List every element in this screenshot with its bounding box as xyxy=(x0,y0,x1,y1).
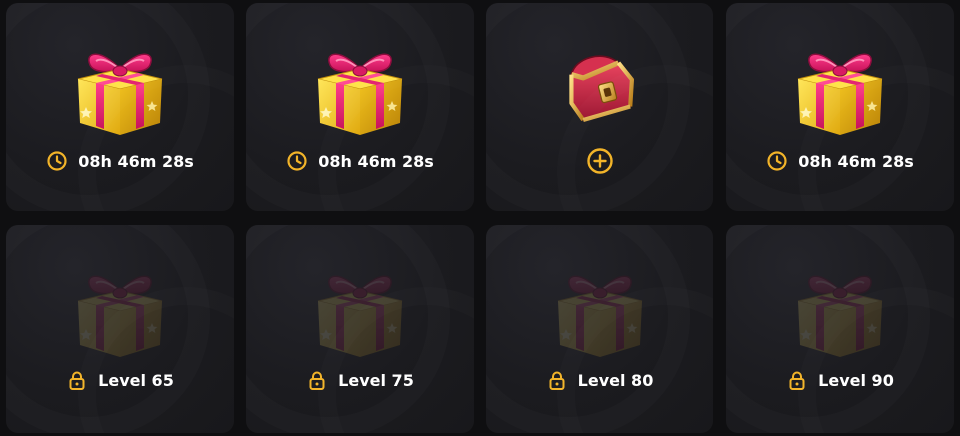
slot-timer: 08h 46m 28s xyxy=(726,150,954,172)
lock-icon xyxy=(546,369,568,391)
gift-slot-4[interactable]: 08h 46m 28s xyxy=(726,3,954,211)
reward-slots-grid: 08h 46m 28s 08h 46m 28s 08h 46m 28s Leve… xyxy=(0,0,960,436)
timer-text: 08h 46m 28s xyxy=(318,151,434,171)
clock-icon xyxy=(766,150,788,172)
chest-slot[interactable] xyxy=(486,3,713,211)
lock-icon xyxy=(786,369,808,391)
gift-box-icon xyxy=(72,261,168,361)
level-requirement-text: Level 90 xyxy=(818,370,894,390)
slot-timer: 08h 46m 28s xyxy=(246,150,474,172)
plus-circle-icon[interactable] xyxy=(586,147,614,175)
locked-gift-slot-4[interactable]: Level 90 xyxy=(726,225,954,433)
gift-slot-1[interactable]: 08h 46m 28s xyxy=(6,3,234,211)
clock-icon xyxy=(46,150,68,172)
slot-timer: 08h 46m 28s xyxy=(6,150,234,172)
level-requirement-text: Level 75 xyxy=(338,370,414,390)
locked-gift-slot-2[interactable]: Level 75 xyxy=(246,225,474,433)
gift-box-icon xyxy=(312,261,408,361)
gift-slot-2[interactable]: 08h 46m 28s xyxy=(246,3,474,211)
treasure-chest-icon xyxy=(555,41,645,125)
clock-icon xyxy=(286,150,308,172)
timer-text: 08h 46m 28s xyxy=(798,151,914,171)
slot-lock-label: Level 75 xyxy=(246,369,474,391)
gift-box-icon xyxy=(792,261,888,361)
gift-box-icon xyxy=(552,261,648,361)
locked-gift-slot-3[interactable]: Level 80 xyxy=(486,225,713,433)
timer-text: 08h 46m 28s xyxy=(78,151,194,171)
slot-lock-label: Level 80 xyxy=(486,369,713,391)
lock-icon xyxy=(66,369,88,391)
level-requirement-text: Level 65 xyxy=(98,370,174,390)
level-requirement-text: Level 80 xyxy=(577,370,654,390)
slot-lock-label: Level 65 xyxy=(6,369,234,391)
gift-box-icon xyxy=(312,39,408,139)
slot-lock-label: Level 90 xyxy=(726,369,954,391)
gift-box-icon xyxy=(72,39,168,139)
locked-gift-slot-1[interactable]: Level 65 xyxy=(6,225,234,433)
gift-box-icon xyxy=(792,39,888,139)
lock-icon xyxy=(306,369,328,391)
